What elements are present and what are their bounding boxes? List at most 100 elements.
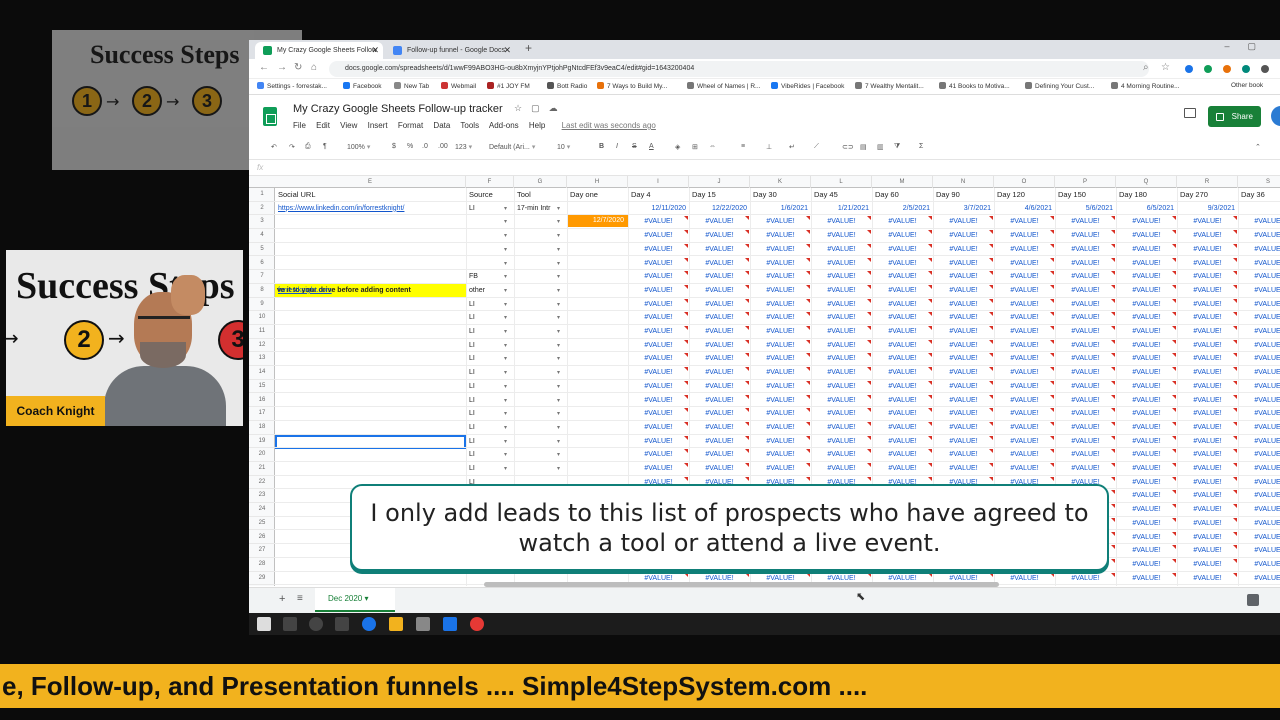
error-cell[interactable]: #VALUE! [1177,243,1238,257]
error-cell[interactable]: #VALUE! [750,352,811,366]
error-cell[interactable]: #VALUE! [872,448,933,462]
menu-edit[interactable]: Edit [316,121,330,130]
error-cell[interactable]: #VALUE! [689,311,750,325]
extension-icon[interactable] [1204,65,1212,73]
error-cell[interactable]: #VALUE! [628,325,689,339]
menu-format[interactable]: Format [398,121,423,130]
error-cell[interactable]: #VALUE! [1238,257,1280,271]
bookmark-item[interactable]: 7 Ways to Build My... [597,82,667,90]
date-cell[interactable]: 1/6/2021 [750,202,811,216]
extension-icon[interactable] [1223,65,1231,73]
error-cell[interactable]: #VALUE! [1177,489,1238,503]
insert-chart-icon[interactable]: ▥ [877,143,884,151]
dropdown-caret-icon[interactable]: ▾ [504,369,507,376]
percent-format[interactable]: % [407,143,413,150]
menu-help[interactable]: Help [529,121,545,130]
column-header[interactable]: O [994,176,1055,188]
error-cell[interactable]: #VALUE! [933,394,994,408]
extension-icon[interactable] [1261,65,1269,73]
error-cell[interactable]: #VALUE! [628,352,689,366]
chrome-icon[interactable] [470,617,484,631]
error-cell[interactable]: #VALUE! [994,243,1055,257]
error-cell[interactable]: #VALUE! [872,243,933,257]
comment-history-icon[interactable] [1184,108,1196,118]
error-cell[interactable]: #VALUE! [689,243,750,257]
row-header[interactable]: 9 [249,298,275,312]
text-color-icon[interactable]: A [649,143,654,150]
insert-link-icon[interactable]: ⊂⊃ [842,143,854,151]
header-cell[interactable]: Day 30 [750,188,811,202]
dropdown-caret-icon[interactable]: ▾ [557,218,560,225]
error-cell[interactable]: #VALUE! [933,407,994,421]
row-header[interactable]: 4 [249,229,275,243]
error-cell[interactable]: #VALUE! [1238,462,1280,476]
dropdown-caret-icon[interactable]: ▾ [557,287,560,294]
error-cell[interactable]: #VALUE! [933,448,994,462]
error-cell[interactable]: #VALUE! [1116,394,1177,408]
error-cell[interactable]: #VALUE! [1177,462,1238,476]
error-cell[interactable]: #VALUE! [811,243,872,257]
undo-icon[interactable]: ↶ [271,143,277,151]
header-cell[interactable]: Day 4 [628,188,689,202]
error-cell[interactable]: #VALUE! [750,448,811,462]
error-cell[interactable]: #VALUE! [1238,531,1280,545]
error-cell[interactable]: #VALUE! [628,298,689,312]
error-cell[interactable]: #VALUE! [872,298,933,312]
error-cell[interactable]: #VALUE! [750,243,811,257]
error-cell[interactable]: #VALUE! [994,284,1055,298]
add-sheet-icon[interactable]: + [279,593,285,605]
error-cell[interactable]: #VALUE! [750,421,811,435]
date-cell[interactable]: 12/ [1238,202,1280,216]
forward-icon[interactable]: → [277,62,287,73]
error-cell[interactable]: #VALUE! [811,257,872,271]
error-cell[interactable]: #VALUE! [628,257,689,271]
error-cell[interactable]: #VALUE! [628,407,689,421]
error-cell[interactable]: #VALUE! [1238,503,1280,517]
error-cell[interactable]: #VALUE! [1116,270,1177,284]
error-cell[interactable]: #VALUE! [1177,435,1238,449]
dropdown-caret-icon[interactable]: ▾ [557,273,560,280]
merge-cells-icon[interactable]: ⇔ [709,143,716,150]
dropdown-caret-icon[interactable]: ▾ [557,328,560,335]
error-cell[interactable]: #VALUE! [811,284,872,298]
error-cell[interactable]: #VALUE! [1116,476,1177,490]
dropdown-caret-icon[interactable]: ▾ [504,438,507,445]
date-cell[interactable]: 6/5/2021 [1116,202,1177,216]
error-cell[interactable]: #VALUE! [811,339,872,353]
error-cell[interactable]: #VALUE! [994,270,1055,284]
error-cell[interactable]: #VALUE! [750,407,811,421]
error-cell[interactable]: #VALUE! [1177,503,1238,517]
error-cell[interactable]: #VALUE! [1238,215,1280,229]
social-url-cell[interactable]: https://www.linkedin.com/in/forrestknigh… [275,202,466,216]
store-icon[interactable] [416,617,430,631]
column-header[interactable]: E [275,176,466,188]
error-cell[interactable]: #VALUE! [628,366,689,380]
error-cell[interactable]: #VALUE! [1055,407,1116,421]
error-cell[interactable]: #VALUE! [811,435,872,449]
error-cell[interactable]: #VALUE! [1055,366,1116,380]
text-rotation-icon[interactable]: ⟋ [814,143,819,151]
column-header[interactable]: S [1238,176,1280,188]
error-cell[interactable]: #VALUE! [1055,229,1116,243]
error-cell[interactable]: #VALUE! [872,421,933,435]
bookmark-item[interactable]: Bott Radio [547,82,587,90]
redo-icon[interactable]: ↷ [289,143,295,151]
error-cell[interactable]: #VALUE! [994,572,1055,586]
error-cell[interactable]: #VALUE! [1238,448,1280,462]
date-cell[interactable]: 12/22/2020 [689,202,750,216]
dropdown-caret-icon[interactable]: ▾ [557,232,560,239]
explore-icon[interactable] [1247,594,1259,606]
error-cell[interactable]: #VALUE! [1177,544,1238,558]
error-cell[interactable]: #VALUE! [1177,421,1238,435]
error-cell[interactable]: #VALUE! [1116,448,1177,462]
task-view-icon[interactable] [335,617,349,631]
row-header[interactable]: 1 [249,188,275,202]
dropdown-caret-icon[interactable]: ▾ [504,232,507,239]
error-cell[interactable]: #VALUE! [1238,489,1280,503]
error-cell[interactable]: #VALUE! [872,394,933,408]
error-cell[interactable]: #VALUE! [689,215,750,229]
row-header[interactable]: 18 [249,421,275,435]
error-cell[interactable]: #VALUE! [872,380,933,394]
dropdown-caret-icon[interactable]: ▾ [557,205,560,212]
dropdown-caret-icon[interactable]: ▾ [557,451,560,458]
